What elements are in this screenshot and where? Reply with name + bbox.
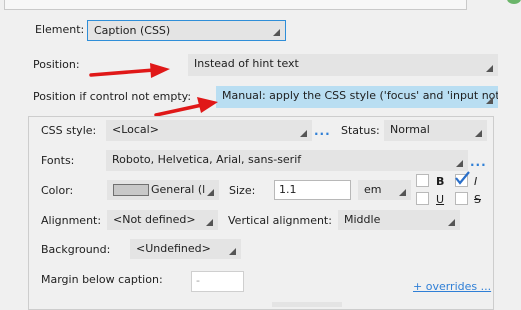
element-select-value: Caption (CSS) [94,24,171,37]
top-frame-edge [4,0,467,10]
overrides-link[interactable]: + overrides ... [413,280,491,294]
alignment-select[interactable]: <Not defined> [107,210,218,230]
element-label: Element: [35,23,85,36]
italic-label: I [474,175,478,188]
css-style-more-button[interactable]: ... [314,124,331,138]
red-arrow-icon [89,63,170,78]
dropdown-triangle-icon [475,130,482,137]
alignment-select-value: <Not defined> [113,213,196,226]
strike-label: S [474,193,481,206]
dropdown-triangle-icon [207,189,214,196]
dropdown-triangle-icon [206,219,213,226]
position-select-value: Instead of hint text [194,57,299,70]
status-select[interactable]: Normal [384,120,487,141]
fonts-label: Fonts: [41,154,75,167]
corner-status-icon [507,0,521,4]
margin-below-caption-input[interactable]: - [191,271,244,292]
dropdown-triangle-icon [456,160,463,167]
status-label: Status: [341,124,380,137]
fonts-more-button[interactable]: ... [470,155,487,169]
size-unit-select-value: em [364,183,382,196]
vertical-alignment-select[interactable]: Middle [338,210,460,230]
vertical-alignment-select-value: Middle [344,213,381,226]
vertical-alignment-label: Vertical alignment: [228,214,332,227]
margin-below-caption-label: Margin below caption: [41,273,163,286]
color-select-value: General (l [151,183,206,196]
background-select[interactable]: <Undefined> [130,239,241,259]
dropdown-triangle-icon [300,130,307,137]
bold-checkbox[interactable] [416,174,429,187]
margin-below-caption-value: - [196,274,200,287]
fonts-select-value: Roboto, Helvetica, Arial, sans-serif [112,153,302,166]
dropdown-triangle-icon [399,189,406,196]
css-style-select-value: <Local> [112,123,159,136]
background-label: Background: [41,243,111,256]
css-style-select[interactable]: <Local> [106,120,312,141]
dropdown-triangle-icon [448,219,455,226]
strike-checkbox[interactable] [455,192,468,205]
background-select-value: <Undefined> [136,242,211,255]
dropdown-triangle-icon [229,248,236,255]
size-unit-select[interactable]: em [358,180,411,200]
position-not-empty-select[interactable]: Manual: apply the CSS style ('focus' and… [216,86,498,108]
bold-label: B [436,175,445,188]
position-label: Position: [33,58,80,71]
position-select[interactable]: Instead of hint text [188,54,498,76]
color-label: Color: [41,184,74,197]
size-label: Size: [229,184,256,197]
next-row-edge [272,302,342,307]
checkmark-icon [455,171,470,185]
color-select[interactable]: General (l [107,180,219,200]
dropdown-triangle-icon [486,97,493,104]
position-not-empty-select-value: Manual: apply the CSS style ('focus' and… [222,89,498,102]
size-input[interactable]: 1.1 [274,180,351,200]
dropdown-triangle-icon [273,29,280,36]
element-select[interactable]: Caption (CSS) [87,20,286,41]
status-select-value: Normal [390,123,430,136]
alignment-label: Alignment: [41,214,102,227]
dropdown-triangle-icon [486,65,493,72]
color-swatch [113,184,149,196]
underline-checkbox[interactable] [416,192,429,205]
size-input-value: 1.1 [279,183,297,196]
underline-label: U [436,193,445,206]
css-style-label: CSS style: [41,124,97,137]
fonts-select[interactable]: Roboto, Helvetica, Arial, sans-serif [106,150,468,171]
